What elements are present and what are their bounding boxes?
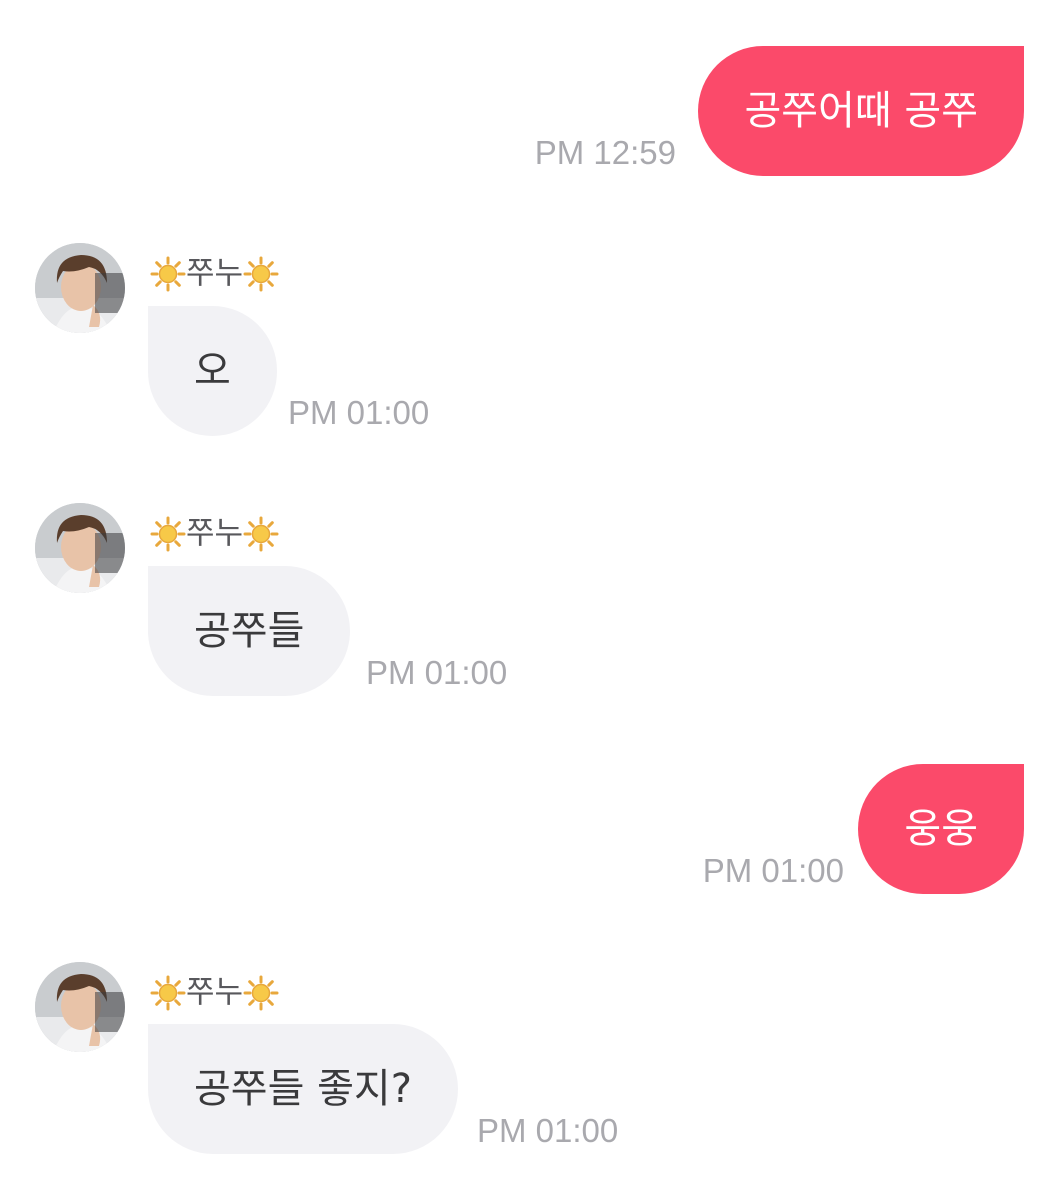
- sender-avatar[interactable]: [35, 962, 125, 1052]
- sender-name: 쭈누: [186, 515, 244, 552]
- incoming-message-bubble[interactable]: 공쭈들: [148, 566, 351, 696]
- chat-thread[interactable]: PM 12:59 공쭈어때 공쭈 쭈누 오 PM 01:00 쭈누 공쭈들 PM…: [0, 0, 1059, 1187]
- sun-emoji-icon: [150, 516, 186, 552]
- message-timestamp: PM 12:59: [534, 134, 676, 171]
- sender-name-label: 쭈누: [150, 252, 279, 292]
- sender-avatar[interactable]: [35, 503, 125, 593]
- sun-emoji-icon: [150, 256, 186, 292]
- sun-emoji-icon: [150, 975, 186, 1011]
- sun-emoji-icon: [243, 975, 279, 1011]
- sun-emoji-icon: [243, 256, 279, 292]
- sender-name-label: 쭈누: [150, 512, 279, 552]
- sun-emoji-icon: [243, 516, 279, 552]
- incoming-message-bubble[interactable]: 공쭈들 좋지?: [148, 1024, 458, 1154]
- sender-name: 쭈누: [186, 974, 244, 1011]
- incoming-message-bubble[interactable]: 오: [148, 306, 277, 436]
- sender-name-label: 쭈누: [150, 971, 279, 1011]
- message-timestamp: PM 01:00: [702, 852, 844, 889]
- message-timestamp: PM 01:00: [366, 654, 508, 691]
- outgoing-message-bubble[interactable]: 웅웅: [858, 764, 1024, 894]
- message-timestamp: PM 01:00: [288, 394, 430, 431]
- sender-avatar[interactable]: [35, 243, 125, 333]
- outgoing-message-bubble[interactable]: 공쭈어때 공쭈: [698, 46, 1024, 176]
- message-timestamp: PM 01:00: [477, 1112, 619, 1149]
- sender-name: 쭈누: [186, 255, 244, 292]
